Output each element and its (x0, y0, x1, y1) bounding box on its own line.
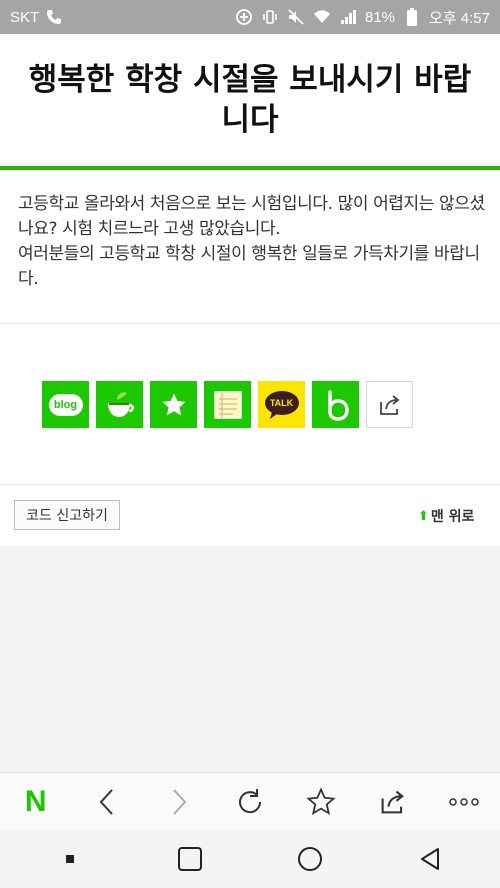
clock: 오후 4:57 (429, 9, 490, 27)
back-triangle-icon (421, 848, 439, 870)
divider (0, 323, 500, 324)
status-bar: SKT 81% 오후 4:57 (0, 0, 500, 34)
up-arrow-icon: ⬆ (418, 508, 429, 524)
home-circle-icon (298, 847, 322, 871)
location-icon (235, 8, 253, 26)
blog-share-button[interactable]: blog (42, 381, 89, 428)
share-bar: blog TALK (42, 381, 413, 428)
forward-button[interactable] (157, 780, 201, 824)
android-nav-bar (0, 830, 500, 888)
refresh-icon (238, 788, 261, 813)
article-paragraph: 고등학교 올라와서 처음으로 보는 시험입니다. 많이 어렵지는 않으셨나요? … (18, 194, 485, 239)
naver-home-icon: N (24, 784, 47, 818)
more-share-button[interactable] (366, 381, 413, 428)
browser-toolbar: N (0, 772, 500, 830)
back-icon (99, 788, 113, 815)
refresh-button[interactable] (228, 780, 272, 824)
memo-share-button[interactable] (204, 381, 251, 428)
battery-icon (403, 8, 421, 26)
kakaotalk-label: TALK (269, 398, 294, 408)
page-content: 행복한 학창 시절을 보내시기 바랍니다 고등학교 올라와서 처음으로 보는 시… (0, 34, 500, 546)
bookmark-share-button[interactable] (150, 381, 197, 428)
star-icon (161, 392, 186, 415)
recent-apps-dot-button[interactable] (48, 837, 92, 881)
carrier-label: SKT (10, 8, 40, 26)
back-button[interactable] (85, 780, 129, 824)
share-out-icon (379, 394, 399, 415)
star-icon (306, 786, 336, 815)
report-code-button[interactable]: 코드 신고하기 (14, 500, 120, 530)
recent-apps-dot-icon (66, 855, 74, 863)
overview-square-icon (178, 847, 202, 871)
signal-icon (339, 8, 357, 26)
forward-icon (172, 788, 186, 815)
article-body: 고등학교 올라와서 처음으로 보는 시험입니다. 많이 어렵지는 않으셨나요? … (18, 192, 488, 292)
mute-icon (287, 8, 305, 26)
page-title: 행복한 학창 시절을 보내시기 바랍니다 (28, 62, 472, 138)
cafe-share-button[interactable] (96, 381, 143, 428)
naver-home-button[interactable]: N (14, 780, 58, 824)
system-back-button[interactable] (408, 837, 452, 881)
kakaotalk-share-button[interactable]: TALK (258, 381, 305, 428)
back-to-top-link[interactable]: ⬆ 맨 위로 (418, 506, 474, 526)
article-paragraph: 여러분들의 고등학교 학창 시절이 행복한 일들로 가득차기를 바랍니다. (18, 244, 480, 289)
title-block: 행복한 학창 시절을 보내시기 바랍니다 (0, 34, 500, 166)
coffee-cup-icon (107, 391, 134, 417)
battery-percent: 81% (365, 8, 396, 26)
title-underline (0, 166, 500, 170)
overview-button[interactable] (168, 837, 212, 881)
divider (0, 484, 500, 485)
blog-icon: blog (48, 393, 83, 416)
band-icon (327, 389, 349, 421)
back-to-top-label: 맨 위로 (430, 509, 475, 525)
phone-icon (45, 8, 63, 26)
more-icon (449, 797, 479, 806)
share-button[interactable] (371, 780, 415, 824)
share-icon (381, 790, 404, 813)
wifi-icon (313, 8, 331, 26)
more-button[interactable] (442, 780, 486, 824)
band-share-button[interactable] (312, 381, 359, 428)
vibrate-icon (261, 8, 279, 26)
favorite-button[interactable] (299, 780, 343, 824)
home-button[interactable] (288, 837, 332, 881)
memo-icon (213, 390, 242, 419)
